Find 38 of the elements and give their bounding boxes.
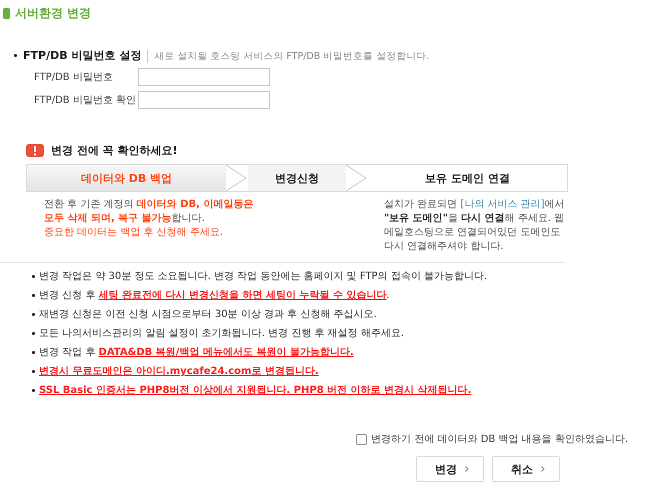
service-link[interactable]: [나의 서비스 관리] <box>460 199 545 210</box>
notice-text: SSL Basic 인증서는 PHP8버전 이상에서 지원됩니다. PHP8 버전 이하로 변경시 삭제됩니다. <box>39 384 472 398</box>
bullet-icon <box>32 370 35 373</box>
field-label: FTP/DB 비밀번호 확인 <box>34 94 138 107</box>
notice-text: 재변경 신청은 이전 신청 시점으로부터 30분 이상 경과 후 신청해 주십시오. <box>39 308 377 322</box>
backup-note: 전환 후 기존 계정의 데이터와 DB, 이메일등은 모두 삭제 되며, 복구 불가능합니다. <box>44 198 254 226</box>
notice-text: 변경시 무료도메인은 아이디.mycafe24.com로 변경됩니다. <box>39 365 319 379</box>
chevron-icon <box>465 466 469 472</box>
password-field[interactable] <box>138 68 270 86</box>
chevron-icon <box>226 165 248 191</box>
notice-text: 변경 신청 후 세팅 완료전에 다시 변경신청을 하면 세팅이 누락될 수 있습니다. <box>39 289 390 303</box>
bullet-icon <box>32 275 35 278</box>
warning-title: 변경 전에 꼭 확인하세요! <box>51 143 178 158</box>
password-field[interactable] <box>138 91 270 109</box>
notice-text: 변경 작업 후 DATA&DB 복원/백업 메뉴에서도 복원이 불가능합니다. <box>39 346 354 360</box>
leaf-icon <box>3 8 10 19</box>
backup-hint: 중요한 데이터는 백업 후 신청해 주세요. <box>44 226 224 240</box>
field-label: FTP/DB 비밀번호 <box>34 71 114 84</box>
domain-note: 설치가 완료되면 [나의 서비스 관리]에서 "보유 도메인"을 다시 연결해 주세요. 웹메일호스팅으로 연결되어있던 도메인도 다시 연결해주셔야 합니다. <box>384 198 566 254</box>
bullet-icon <box>32 389 35 392</box>
alert-icon <box>26 144 44 157</box>
confirm-label: 변경하기 전에 데이터와 DB 백업 내용을 확인하였습니다. <box>371 433 628 446</box>
bullet-icon <box>32 313 35 316</box>
bullet-icon <box>32 351 35 354</box>
section-description: 새로 설치될 호스팅 서비스의 FTP/DB 비밀번호를 설정합니다. <box>147 50 430 63</box>
chevron-icon <box>346 165 368 191</box>
bullet-icon <box>32 332 35 335</box>
step-tab[interactable]: 변경신청 <box>248 165 346 191</box>
bullet-icon <box>14 54 17 57</box>
notice-text: 모든 나의서비스관리의 알림 설정이 초기화됩니다. 변경 진행 후 재설정 해주세요. <box>39 327 404 341</box>
change-button[interactable]: 변경 <box>416 456 484 482</box>
section-title: FTP/DB 비밀번호 설정 <box>23 48 142 63</box>
chevron-icon <box>541 466 545 472</box>
cancel-button[interactable]: 취소 <box>492 456 560 482</box>
notice-text: 변경 작업은 약 30분 정도 소요됩니다. 변경 작업 동안에는 홈페이지 및 FTP의 접속이 불가능합니다. <box>39 270 488 284</box>
bullet-icon <box>32 294 35 297</box>
page-title: 서버환경 변경 <box>15 5 92 22</box>
confirm-checkbox[interactable] <box>356 434 368 444</box>
